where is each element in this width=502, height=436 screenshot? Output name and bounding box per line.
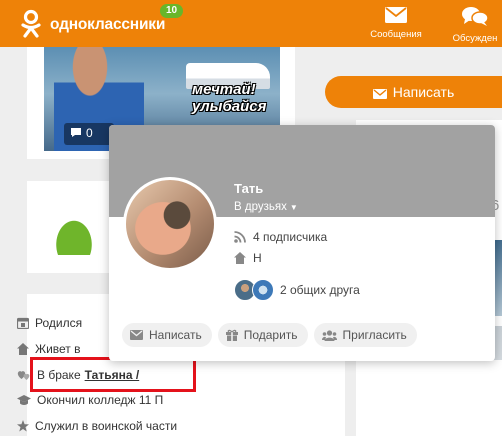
mutual-friend-avatar[interactable]	[252, 279, 274, 301]
chat-bubbles-icon	[462, 7, 488, 26]
write-message-label: Написать	[392, 84, 455, 100]
highlight-annotation-box	[30, 357, 196, 392]
user-hover-card: Тать В друзьях ▼ 4 подписчика Н 2 общих д…	[109, 125, 495, 361]
popup-write-label: Написать	[149, 328, 202, 342]
mutual-friends-count: 2 общих друга	[280, 283, 360, 297]
house-icon	[234, 252, 246, 264]
info-lives-label: Живет в	[35, 342, 81, 356]
user-avatar[interactable]	[123, 177, 217, 271]
top-bar: одноклассники 10 Сообщения Обсужден	[0, 0, 502, 47]
info-row-lives: Живет в	[17, 339, 81, 359]
popup-invite-button[interactable]: Пригласить	[313, 323, 417, 347]
star-icon	[17, 420, 29, 432]
photo-caption-line1: мечтай!	[192, 81, 256, 98]
ok-logo-icon[interactable]	[20, 9, 42, 39]
user-name[interactable]: Тать	[234, 181, 263, 196]
subscribers-row[interactable]: 4 подписчика	[234, 230, 327, 244]
photo-comment-count: 0	[86, 126, 93, 140]
envelope-icon	[372, 89, 387, 99]
photo-caption: мечтай! улыбайся	[192, 81, 266, 115]
info-row-army: Служил в воинской части	[17, 416, 177, 436]
photo-caption-line2: улыбайся	[192, 98, 267, 115]
logo-text[interactable]: одноклассники	[50, 16, 165, 34]
subscribers-count: 4 подписчика	[253, 230, 328, 244]
calendar-icon	[17, 317, 29, 329]
caret-down-icon: ▼	[289, 203, 298, 212]
info-army-label: Служил в воинской части	[35, 419, 178, 433]
nav-messages[interactable]: Сообщения	[361, 7, 431, 40]
popup-gift-label: Подарить	[243, 328, 298, 342]
write-message-button[interactable]: Написать	[325, 76, 502, 108]
nav-discussions-label: Обсужден	[452, 33, 498, 44]
snowdrop-gift-image[interactable]	[43, 203, 105, 255]
location-text: Н	[253, 251, 262, 265]
nav-messages-label: Сообщения	[370, 29, 422, 40]
envelope-icon	[130, 330, 143, 340]
info-education-label: Окончил колледж 11 П	[37, 393, 164, 407]
comment-icon	[71, 128, 81, 137]
gift-icon	[225, 329, 238, 341]
info-born-label: Родился	[35, 316, 83, 330]
info-row-born: Родился	[17, 313, 82, 333]
popup-gift-button[interactable]: Подарить	[217, 323, 308, 347]
house-icon	[17, 343, 29, 355]
photo-comments-chip[interactable]: 0	[64, 123, 114, 145]
hover-card-actions: Написать Подарить Пригласить	[122, 323, 417, 347]
friend-status-dropdown[interactable]: В друзьях ▼	[234, 201, 298, 213]
group-icon	[321, 329, 337, 341]
envelope-icon	[385, 7, 407, 23]
hearts-icon	[17, 371, 30, 380]
graduation-cap-icon	[17, 394, 31, 405]
friend-status-label: В друзьях	[234, 201, 287, 213]
rss-icon	[234, 231, 246, 243]
popup-write-button[interactable]: Написать	[122, 323, 212, 347]
mutual-friends-row[interactable]: 2 общих друга	[234, 279, 360, 301]
popup-invite-label: Пригласить	[342, 328, 407, 342]
notification-badge: 10	[160, 4, 184, 18]
nav-discussions[interactable]: Обсужден	[440, 7, 502, 44]
info-row-education: Окончил колледж 11 П	[17, 390, 163, 410]
location-row: Н	[234, 251, 262, 265]
